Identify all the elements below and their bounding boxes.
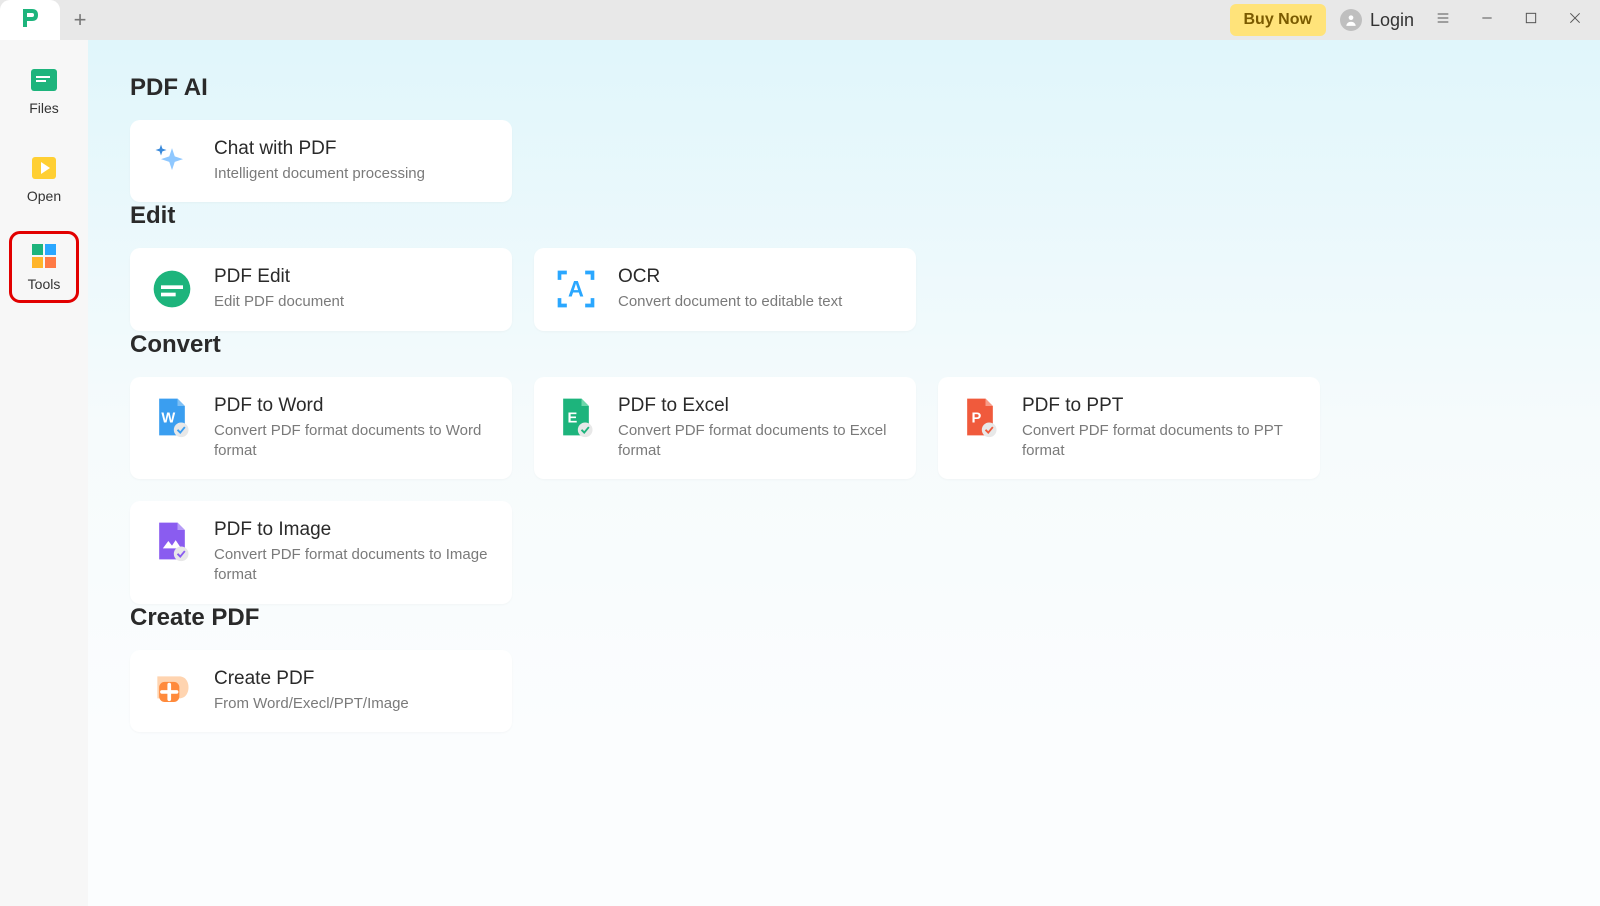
hamburger-icon [1435,10,1451,31]
sidebar-item-files[interactable]: Files [14,60,74,122]
titlebar-right: Buy Now Login [1230,4,1600,36]
card-texts: PDF to Image Convert PDF format document… [214,519,492,586]
word-file-icon: W [150,395,194,439]
sidebar-item-label: Open [27,188,61,204]
card-texts: PDF Edit Edit PDF document [214,266,344,312]
buy-now-button[interactable]: Buy Now [1230,4,1326,36]
card-texts: Create PDF From Word/Execl/PPT/Image [214,668,409,714]
window-minimize-button[interactable] [1472,5,1502,35]
section-heading-edit: Edit [130,202,1558,230]
section-heading-convert: Convert [130,331,1558,359]
card-subtitle: Convert document to editable text [618,292,842,312]
app-logo-tab[interactable] [0,0,60,40]
card-title: PDF to Excel [618,395,896,417]
open-icon [30,154,58,182]
pdf-ai-cards: Chat with PDF Intelligent document proce… [130,120,1558,202]
card-texts: Chat with PDF Intelligent document proce… [214,138,425,184]
card-title: PDF to PPT [1022,395,1300,417]
card-title: PDF to Image [214,519,492,541]
card-subtitle: Edit PDF document [214,292,344,312]
sidebar-item-label: Tools [28,276,61,292]
card-texts: OCR Convert document to editable text [618,266,842,312]
tab-strip: + [0,0,100,40]
card-texts: PDF to PPT Convert PDF format documents … [1022,395,1300,462]
ppt-file-icon: P [958,395,1002,439]
card-pdf-to-word[interactable]: W PDF to Word Convert PDF format documen… [130,377,512,480]
svg-text:A: A [568,277,584,302]
card-subtitle: Convert PDF format documents to Image fo… [214,545,492,586]
section-heading-pdf-ai: PDF AI [130,74,1558,102]
section-heading-create-pdf: Create PDF [130,604,1558,632]
svg-text:P: P [971,410,981,426]
files-icon [30,66,58,94]
window-maximize-button[interactable] [1516,5,1546,35]
excel-file-icon: E [554,395,598,439]
plus-icon: + [74,7,87,33]
sidebar-item-label: Files [29,100,59,116]
minimize-icon [1479,10,1495,31]
avatar-icon [1340,9,1362,31]
card-pdf-edit[interactable]: PDF Edit Edit PDF document [130,248,512,330]
body: Files Open Tools PDF AI Chat with PDF In… [0,40,1600,906]
card-pdf-to-ppt[interactable]: P PDF to PPT Convert PDF format document… [938,377,1320,480]
sidebar: Files Open Tools [0,40,88,906]
window-close-button[interactable] [1560,5,1590,35]
card-ocr[interactable]: A OCR Convert document to editable text [534,248,916,330]
login-button[interactable]: Login [1340,9,1414,31]
card-subtitle: Convert PDF format documents to Excel fo… [618,421,896,462]
edit-cards: PDF Edit Edit PDF document A OCR Convert… [130,248,1558,330]
convert-cards: W PDF to Word Convert PDF format documen… [130,377,1558,604]
sidebar-item-open[interactable]: Open [14,148,74,210]
card-create-pdf[interactable]: Create PDF From Word/Execl/PPT/Image [130,650,512,732]
new-tab-button[interactable]: + [60,0,100,40]
card-pdf-to-excel[interactable]: E PDF to Excel Convert PDF format docume… [534,377,916,480]
hamburger-menu-button[interactable] [1428,5,1458,35]
card-title: OCR [618,266,842,288]
titlebar: + Buy Now Login [0,0,1600,40]
image-file-icon [150,519,194,563]
svg-text:W: W [161,410,175,426]
card-subtitle: Convert PDF format documents to PPT form… [1022,421,1300,462]
sparkle-icon [150,139,194,183]
close-icon [1567,10,1583,31]
app-logo-icon [18,6,42,35]
main-content: PDF AI Chat with PDF Intelligent documen… [88,40,1600,906]
card-pdf-to-image[interactable]: PDF to Image Convert PDF format document… [130,501,512,604]
login-label: Login [1370,10,1414,31]
create-pdf-icon [150,669,194,713]
sidebar-item-tools[interactable]: Tools [14,236,74,298]
card-title: Create PDF [214,668,409,690]
ocr-icon: A [554,267,598,311]
tools-icon [30,242,58,270]
card-texts: PDF to Word Convert PDF format documents… [214,395,492,462]
card-texts: PDF to Excel Convert PDF format document… [618,395,896,462]
card-subtitle: Convert PDF format documents to Word for… [214,421,492,462]
maximize-icon [1523,10,1539,31]
card-title: Chat with PDF [214,138,425,160]
card-subtitle: From Word/Execl/PPT/Image [214,694,409,714]
create-cards: Create PDF From Word/Execl/PPT/Image [130,650,1558,732]
svg-text:E: E [567,410,577,426]
card-subtitle: Intelligent document processing [214,164,425,184]
card-chat-with-pdf[interactable]: Chat with PDF Intelligent document proce… [130,120,512,202]
card-title: PDF Edit [214,266,344,288]
pdf-edit-icon [150,267,194,311]
card-title: PDF to Word [214,395,492,417]
